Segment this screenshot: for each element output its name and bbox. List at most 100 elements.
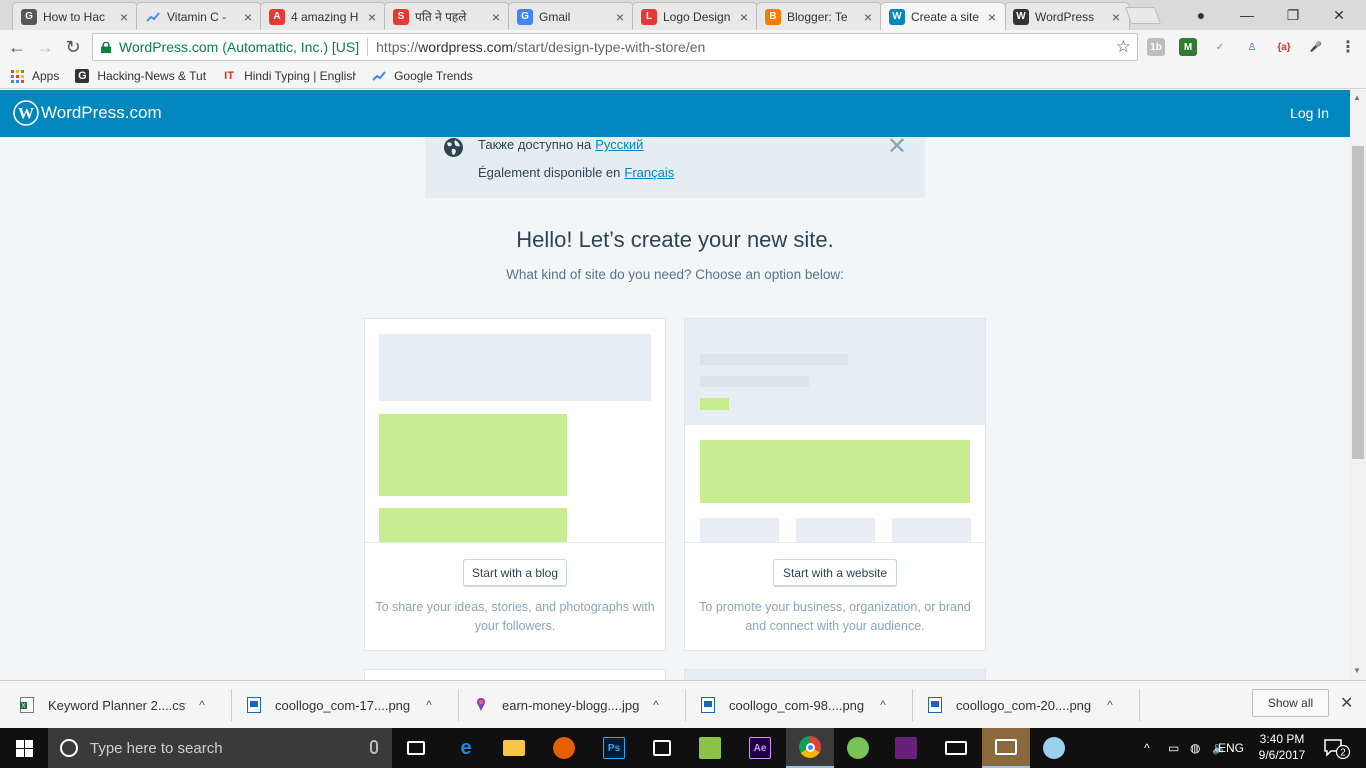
- task-view-icon[interactable]: [392, 728, 440, 768]
- new-tab-button[interactable]: [1124, 7, 1162, 24]
- bookmark-item[interactable]: Google Trends: [372, 69, 473, 83]
- android-studio-icon[interactable]: [834, 728, 882, 768]
- network-icon[interactable]: ◍: [1190, 728, 1200, 768]
- browser-tab[interactable]: W Create a site ×: [880, 2, 1006, 30]
- close-window-button[interactable]: ✕: [1316, 0, 1362, 30]
- tab-close-icon[interactable]: ×: [365, 9, 379, 25]
- tab-close-icon[interactable]: ×: [241, 9, 255, 25]
- extension-person-icon[interactable]: ♙: [1243, 38, 1261, 56]
- browser-tab[interactable]: S पति ने पहले ×: [384, 2, 510, 30]
- start-button[interactable]: [0, 728, 48, 768]
- restore-button[interactable]: ❐: [1270, 0, 1316, 30]
- firefox-icon[interactable]: [540, 728, 588, 768]
- tab-close-icon[interactable]: ×: [861, 9, 875, 25]
- close-download-shelf-icon[interactable]: ✕: [1340, 693, 1353, 713]
- tab-close-icon[interactable]: ×: [985, 9, 999, 25]
- preview-block: [700, 518, 779, 543]
- browser-tab[interactable]: W WordPress ×: [1004, 2, 1130, 30]
- option-card-partial[interactable]: [364, 669, 666, 680]
- download-options-chevron-icon[interactable]: ^: [194, 698, 210, 712]
- bookmark-star-icon[interactable]: ☆: [1116, 37, 1131, 57]
- start-with-website-button[interactable]: Start with a website: [773, 559, 897, 587]
- visual-studio-icon[interactable]: [882, 728, 930, 768]
- tab-favicon-icon: [145, 9, 161, 25]
- browser-tab[interactable]: G Gmail ×: [508, 2, 634, 30]
- mail-icon[interactable]: [932, 728, 980, 768]
- scroll-up-icon[interactable]: ▲: [1353, 93, 1361, 102]
- extension-1b-icon[interactable]: 1b: [1147, 38, 1165, 56]
- secure-site-label: WordPress.com (Automattic, Inc.) [US]: [119, 39, 360, 55]
- download-item[interactable]: earn-money-blogg....jpg ^: [474, 691, 664, 719]
- action-center-icon[interactable]: 2: [1322, 737, 1352, 759]
- download-options-chevron-icon[interactable]: ^: [1102, 698, 1118, 712]
- taskbar-search-box[interactable]: Type here to search: [48, 728, 392, 768]
- lang-link-russian[interactable]: Русский: [595, 137, 643, 152]
- svg-text:W: W: [18, 106, 34, 123]
- notepad-plus-icon[interactable]: [686, 728, 734, 768]
- browser-tab[interactable]: L Logo Design ×: [632, 2, 758, 30]
- extension-mail-icon[interactable]: M: [1179, 38, 1197, 56]
- minimize-button[interactable]: —: [1224, 0, 1270, 30]
- download-item[interactable]: coollogo_com-20....png ^: [928, 691, 1118, 719]
- page-scrollbar[interactable]: ▲ ▼: [1350, 90, 1366, 680]
- tab-close-icon[interactable]: ×: [489, 9, 503, 25]
- download-options-chevron-icon[interactable]: ^: [421, 698, 437, 712]
- download-item[interactable]: X Keyword Planner 2....csv ^: [20, 691, 210, 719]
- address-bar[interactable]: WordPress.com (Automattic, Inc.) [US] ht…: [92, 33, 1138, 61]
- website-option-description: To promote your business, organization, …: [699, 600, 971, 633]
- battery-icon[interactable]: ▭: [1168, 728, 1179, 768]
- preview-block: [379, 334, 651, 401]
- download-options-chevron-icon[interactable]: ^: [648, 698, 664, 712]
- photos-icon[interactable]: [982, 728, 1030, 768]
- show-all-downloads-button[interactable]: Show all: [1252, 689, 1329, 717]
- tray-overflow-icon[interactable]: ^: [1144, 728, 1150, 768]
- browser-tab[interactable]: G How to Hac ×: [12, 2, 138, 30]
- bookmark-item[interactable]: G Hacking-News & Tut: [75, 69, 206, 83]
- scroll-down-icon[interactable]: ▼: [1353, 666, 1361, 675]
- extension-check-icon[interactable]: ✓: [1211, 38, 1229, 56]
- reload-icon[interactable]: ↻: [60, 34, 86, 60]
- website-option-card[interactable]: Start with a website To promote your bus…: [684, 318, 986, 651]
- tab-close-icon[interactable]: ×: [613, 9, 627, 25]
- blog-option-card[interactable]: Start with a blog To share your ideas, s…: [364, 318, 666, 651]
- browser-tab[interactable]: Vitamin C - ×: [136, 2, 262, 30]
- download-options-chevron-icon[interactable]: ^: [875, 698, 891, 712]
- store-icon[interactable]: [638, 728, 686, 768]
- download-item[interactable]: coollogo_com-17....png ^: [247, 691, 437, 719]
- login-link[interactable]: Log In: [1290, 105, 1329, 121]
- tab-favicon-icon: G: [21, 8, 37, 25]
- profile-icon[interactable]: ●: [1178, 0, 1224, 30]
- microphone-icon[interactable]: 🎤: [1307, 38, 1325, 56]
- file-explorer-icon[interactable]: [490, 728, 538, 768]
- download-item[interactable]: coollogo_com-98....png ^: [701, 691, 891, 719]
- browser-tab[interactable]: B Blogger: Te ×: [756, 2, 882, 30]
- chrome-icon[interactable]: [786, 728, 834, 768]
- tab-close-icon[interactable]: ×: [737, 9, 751, 25]
- lang-row-russian: Также доступно на Русский: [478, 137, 643, 152]
- system-clock[interactable]: 3:40 PM 9/6/2017: [1252, 731, 1312, 763]
- after-effects-icon[interactable]: Ae: [736, 728, 784, 768]
- wordpress-logo-icon[interactable]: W: [13, 100, 39, 126]
- bookmark-favicon-icon: IT: [224, 70, 234, 82]
- extension-translate-icon[interactable]: {a}: [1275, 38, 1293, 56]
- close-icon[interactable]: ✕: [887, 135, 907, 159]
- paint-icon[interactable]: [1030, 728, 1078, 768]
- chrome-menu-icon[interactable]: ⋮: [1339, 38, 1357, 56]
- photoshop-icon[interactable]: Ps: [590, 728, 638, 768]
- bookmark-item[interactable]: Apps: [10, 69, 59, 83]
- tab-close-icon[interactable]: ×: [1109, 9, 1123, 25]
- url-text[interactable]: https://wordpress.com/start/design-type-…: [376, 39, 705, 55]
- back-arrow-icon[interactable]: ←: [4, 34, 30, 60]
- option-card-partial[interactable]: [684, 669, 986, 680]
- microphone-icon[interactable]: [370, 740, 378, 754]
- edge-browser-icon[interactable]: e: [442, 728, 490, 768]
- lang-link-french[interactable]: Français: [624, 165, 674, 180]
- tab-close-icon[interactable]: ×: [117, 9, 131, 25]
- start-with-blog-button[interactable]: Start with a blog: [463, 559, 567, 587]
- browser-tab[interactable]: A 4 amazing H ×: [260, 2, 386, 30]
- forward-arrow-icon[interactable]: →: [32, 34, 58, 60]
- scroll-thumb[interactable]: [1352, 146, 1364, 459]
- bookmark-item[interactable]: IT Hindi Typing | English: [222, 69, 356, 83]
- wordpress-brand[interactable]: WordPress.com: [41, 103, 162, 123]
- language-indicator[interactable]: ENG: [1218, 728, 1244, 768]
